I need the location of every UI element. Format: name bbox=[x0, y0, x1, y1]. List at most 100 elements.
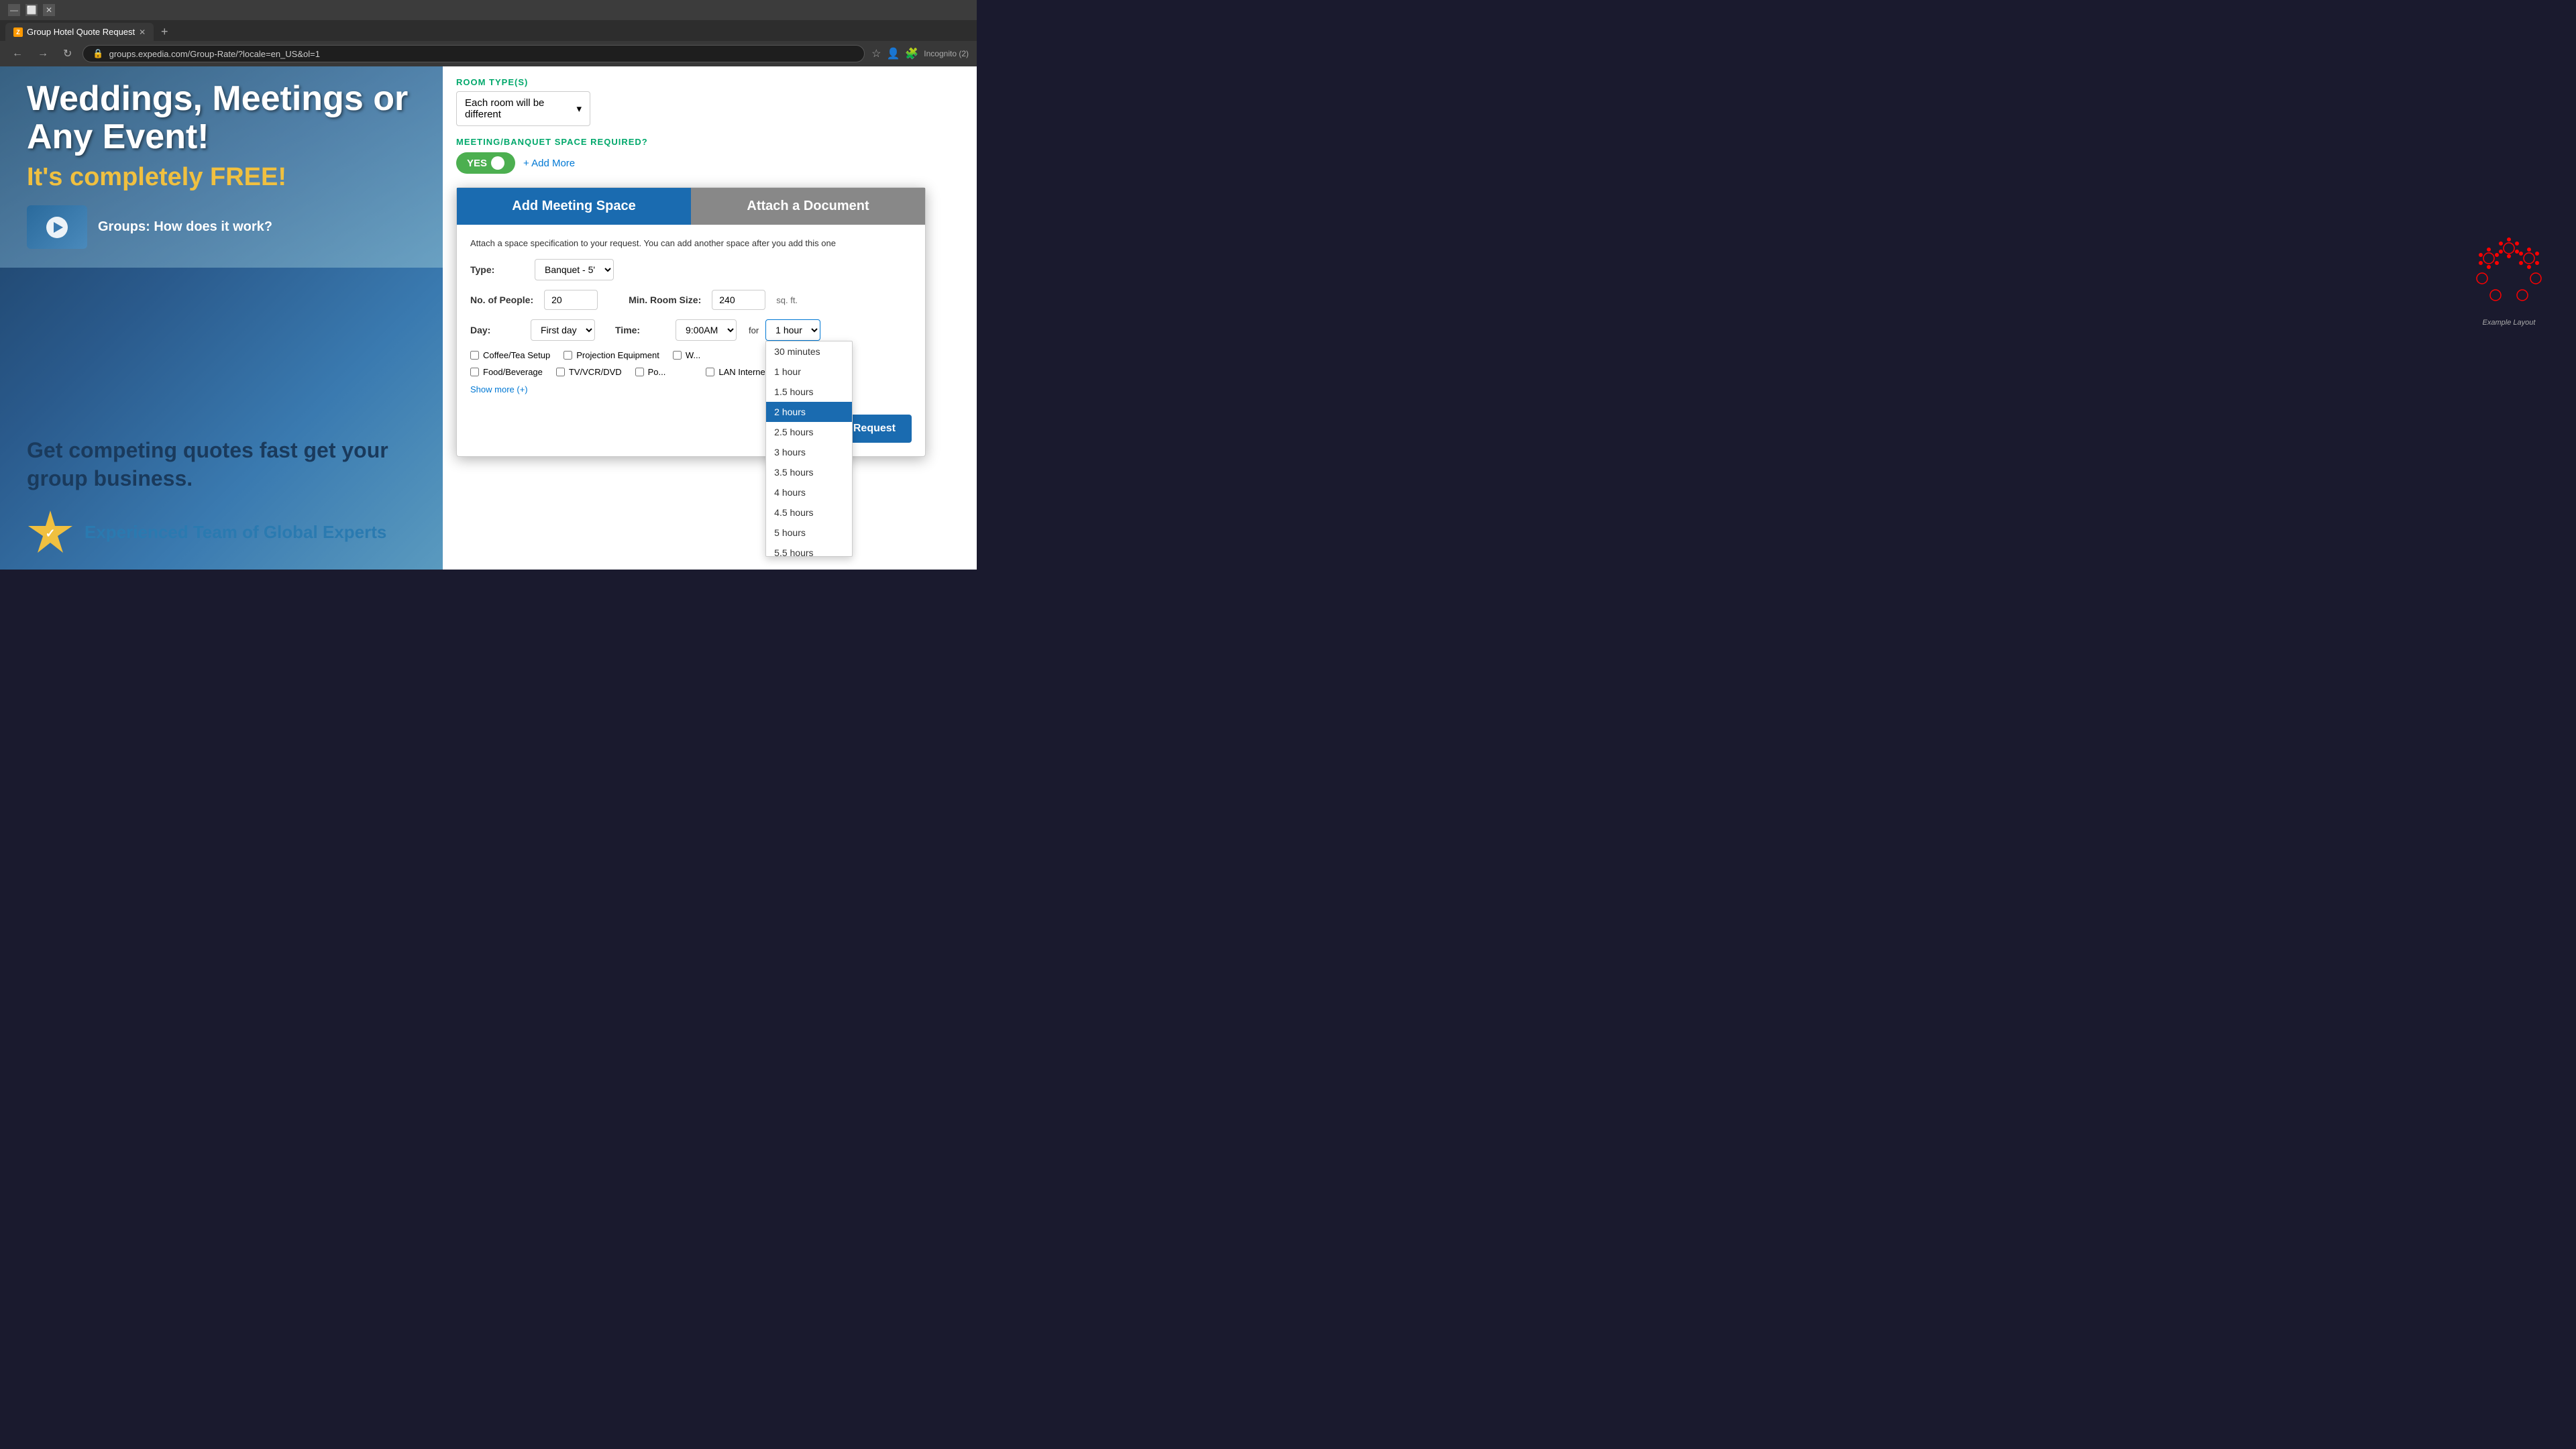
video-thumbnail[interactable] bbox=[27, 205, 87, 249]
expert-badge: ✓ Experienced Team of Global Experts bbox=[27, 509, 416, 556]
profile-icon[interactable]: 👤 bbox=[886, 47, 900, 60]
dropdown-item[interactable]: 5.5 hours bbox=[766, 543, 852, 556]
dropdown-item[interactable]: 3.5 hours bbox=[766, 462, 852, 482]
checkbox-whiteboard[interactable]: W... bbox=[673, 350, 700, 360]
url-text: groups.expedia.com/Group-Rate/?locale=en… bbox=[109, 49, 320, 59]
duration-dropdown: 30 minutes1 hour1.5 hours2 hours2.5 hour… bbox=[765, 341, 853, 557]
room-size-label: Min. Room Size: bbox=[629, 294, 701, 305]
room-type-chevron: ▾ bbox=[576, 103, 582, 115]
dropdown-scroll[interactable]: 30 minutes1 hour1.5 hours2 hours2.5 hour… bbox=[766, 341, 852, 556]
duration-wrapper: 1 hour 30 minutes1 hour1.5 hours2 hours2… bbox=[765, 319, 820, 341]
competing-quotes-text: Get competing quotes fast get your group… bbox=[27, 437, 416, 492]
checkbox-food[interactable]: Food/Beverage bbox=[470, 367, 543, 377]
meeting-toggle-row: YES + Add More bbox=[456, 152, 963, 174]
dropdown-item[interactable]: 1 hour bbox=[766, 362, 852, 382]
type-row: Type: Banquet - 5' bbox=[470, 259, 912, 280]
incognito-label: Incognito (2) bbox=[924, 49, 969, 58]
whiteboard-label: W... bbox=[686, 350, 700, 360]
type-label: Type: bbox=[470, 264, 524, 275]
sq-ft-label: sq. ft. bbox=[776, 295, 798, 305]
duration-select[interactable]: 1 hour bbox=[765, 319, 820, 341]
dropdown-item[interactable]: 30 minutes bbox=[766, 341, 852, 362]
url-bar[interactable]: 🔒 groups.expedia.com/Group-Rate/?locale=… bbox=[83, 45, 865, 62]
dropdown-item[interactable]: 1.5 hours bbox=[766, 382, 852, 402]
checkbox-tv[interactable]: TV/VCR/DVD bbox=[556, 367, 622, 377]
badge-container: ✓ bbox=[27, 509, 74, 556]
dropdown-item[interactable]: 4.5 hours bbox=[766, 502, 852, 523]
video-section: Groups: How does it work? bbox=[27, 205, 416, 249]
po-checkbox[interactable] bbox=[635, 368, 644, 376]
tab-close-icon[interactable]: ✕ bbox=[139, 28, 146, 37]
people-label: No. of People: bbox=[470, 294, 533, 305]
checkbox-projection[interactable]: Projection Equipment bbox=[564, 350, 659, 360]
layout-caption: Example Layout bbox=[2455, 319, 2563, 327]
coffee-checkbox[interactable] bbox=[470, 351, 479, 360]
day-select[interactable]: First day bbox=[531, 319, 595, 341]
dropdown-item[interactable]: 2.5 hours bbox=[766, 422, 852, 442]
play-icon bbox=[54, 222, 63, 233]
time-label: Time: bbox=[615, 325, 669, 335]
room-size-input[interactable] bbox=[712, 290, 765, 310]
hero-panel: Weddings, Meetings or Any Event! It's co… bbox=[0, 66, 443, 570]
minimize-button[interactable]: — bbox=[8, 4, 20, 16]
food-label: Food/Beverage bbox=[483, 367, 543, 377]
type-select[interactable]: Banquet - 5' bbox=[535, 259, 614, 280]
people-room-row: No. of People: Min. Room Size: sq. ft. bbox=[470, 290, 912, 310]
extensions-icon[interactable]: 🧩 bbox=[905, 47, 918, 60]
maximize-button[interactable]: ⬜ bbox=[25, 4, 38, 16]
back-button[interactable]: ← bbox=[8, 46, 27, 61]
tab-title: Group Hotel Quote Request bbox=[27, 27, 135, 37]
lan-checkbox[interactable] bbox=[706, 368, 714, 376]
dropdown-item[interactable]: 2 hours bbox=[766, 402, 852, 422]
day-label: Day: bbox=[470, 325, 524, 335]
address-bar: ← → ↻ 🔒 groups.expedia.com/Group-Rate/?l… bbox=[0, 41, 977, 66]
toggle-circle bbox=[491, 156, 504, 170]
tab-bar: Z Group Hotel Quote Request ✕ + bbox=[0, 20, 977, 41]
layout-diagram: Example Layout bbox=[2455, 235, 2563, 327]
play-button[interactable] bbox=[46, 217, 68, 238]
add-meeting-space-tab[interactable]: Add Meeting Space bbox=[457, 188, 691, 225]
reload-button[interactable]: ↻ bbox=[59, 46, 76, 62]
projection-checkbox[interactable] bbox=[564, 351, 572, 360]
checkbox-coffee[interactable]: Coffee/Tea Setup bbox=[470, 350, 550, 360]
po-label: Po... bbox=[648, 367, 666, 377]
active-tab[interactable]: Z Group Hotel Quote Request ✕ bbox=[5, 23, 154, 41]
layout-svg bbox=[2455, 235, 2563, 315]
close-button[interactable]: ✕ bbox=[43, 4, 55, 16]
time-select[interactable]: 9:00AM bbox=[676, 319, 737, 341]
attach-document-tab[interactable]: Attach a Document bbox=[691, 188, 925, 225]
dropdown-item[interactable]: 4 hours bbox=[766, 482, 852, 502]
right-sidebar: ROOM TYPE(S) Each room will be different… bbox=[443, 66, 977, 570]
video-label[interactable]: Groups: How does it work? bbox=[98, 219, 272, 235]
projection-label: Projection Equipment bbox=[576, 350, 659, 360]
dropdown-item[interactable]: 3 hours bbox=[766, 442, 852, 462]
new-tab-button[interactable]: + bbox=[156, 24, 172, 40]
modal-body: Attach a space specification to your req… bbox=[457, 225, 925, 456]
meeting-label: MEETING/BANQUET SPACE REQUIRED? bbox=[456, 137, 963, 147]
browser-chrome: — ⬜ ✕ Z Group Hotel Quote Request ✕ + ← … bbox=[0, 0, 977, 66]
food-checkbox[interactable] bbox=[470, 368, 479, 376]
room-type-select[interactable]: Each room will be different ▾ bbox=[456, 91, 590, 126]
dropdown-item[interactable]: 5 hours bbox=[766, 523, 852, 543]
for-label: for bbox=[749, 325, 759, 335]
address-actions: ☆ 👤 🧩 Incognito (2) bbox=[871, 47, 969, 60]
people-input[interactable] bbox=[544, 290, 598, 310]
hero-title: Weddings, Meetings or Any Event! bbox=[27, 80, 416, 156]
tv-label: TV/VCR/DVD bbox=[569, 367, 622, 377]
whiteboard-checkbox[interactable] bbox=[673, 351, 682, 360]
show-more-button[interactable]: Show more (+) bbox=[470, 384, 528, 394]
hero-bottom: Get competing quotes fast get your group… bbox=[27, 437, 416, 555]
toggle-yes-button[interactable]: YES bbox=[456, 152, 515, 174]
add-more-button[interactable]: + Add More bbox=[523, 158, 575, 169]
coffee-label: Coffee/Tea Setup bbox=[483, 350, 550, 360]
tv-checkbox[interactable] bbox=[556, 368, 565, 376]
modal-dialog: Add Meeting Space Attach a Document Atta… bbox=[456, 187, 926, 457]
modal-description: Attach a space specification to your req… bbox=[470, 238, 912, 248]
modal-tabs: Add Meeting Space Attach a Document bbox=[457, 188, 925, 225]
checkbox-po[interactable]: Po... bbox=[635, 367, 666, 377]
checkbox-lan: LAN Internet bbox=[706, 367, 767, 377]
forward-button[interactable]: → bbox=[34, 46, 52, 61]
bookmark-icon[interactable]: ☆ bbox=[871, 47, 881, 60]
tab-favicon: Z bbox=[13, 28, 23, 37]
day-time-row: Day: First day Time: 9:00AM for 1 hour bbox=[470, 319, 912, 341]
